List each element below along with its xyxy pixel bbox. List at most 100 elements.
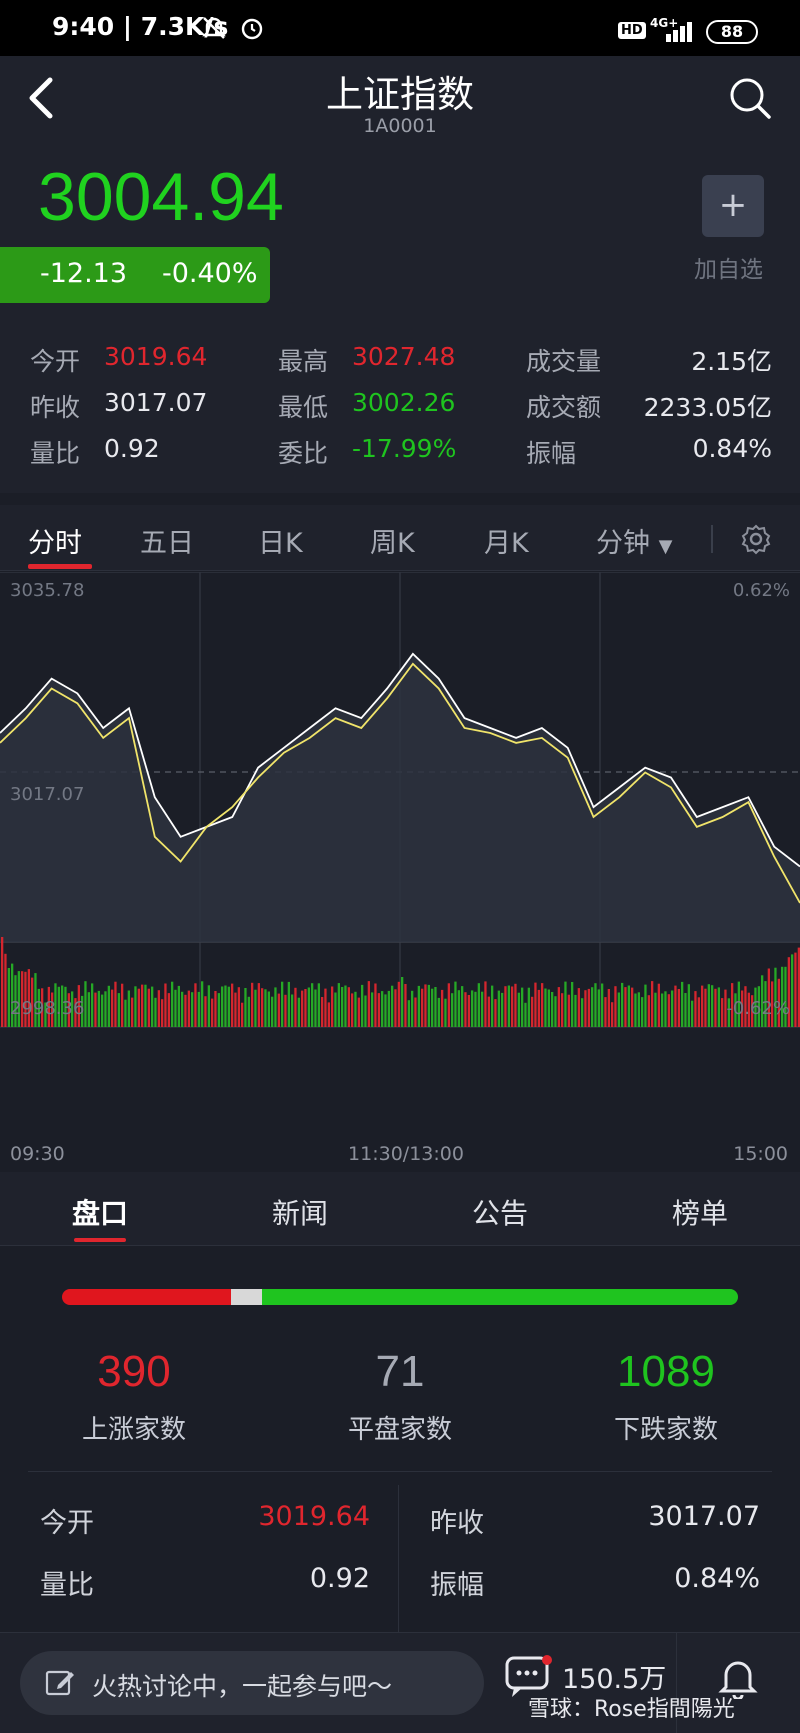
volume-bar bbox=[241, 1002, 244, 1027]
bottom-stat-value: 0.84% bbox=[674, 1563, 760, 1594]
volume-bar bbox=[631, 987, 634, 1027]
volume-bar bbox=[374, 983, 377, 1027]
tab-weekly-k[interactable]: 周K bbox=[370, 521, 415, 560]
volume-bar bbox=[261, 988, 264, 1027]
breadth-up-segment bbox=[62, 1289, 231, 1305]
volume-bar bbox=[394, 989, 397, 1027]
tab-news[interactable]: 新闻 bbox=[272, 1192, 328, 1232]
volume-bar bbox=[721, 998, 724, 1027]
volume-bar bbox=[617, 992, 620, 1027]
volume-bar bbox=[151, 986, 154, 1027]
volume-bar bbox=[621, 982, 624, 1027]
volume-bar bbox=[334, 992, 337, 1027]
volume-bar bbox=[484, 981, 487, 1027]
volume-bar bbox=[681, 981, 684, 1027]
volume-bar bbox=[351, 993, 354, 1027]
settings-gear-icon[interactable] bbox=[740, 523, 772, 559]
volume-bar bbox=[704, 988, 707, 1027]
y-mid-label: 3017.07 bbox=[10, 784, 84, 805]
volume-bar bbox=[87, 992, 90, 1027]
volume-bar bbox=[571, 982, 574, 1027]
volume-bar bbox=[221, 986, 224, 1027]
watermark: 雪球：Rose指間陽光 bbox=[528, 1697, 735, 1722]
volume-bar bbox=[434, 987, 437, 1027]
volume-bar bbox=[554, 996, 557, 1027]
battery-icon: 88 bbox=[706, 20, 758, 44]
volume-bar bbox=[514, 983, 517, 1027]
volume-bar bbox=[431, 988, 434, 1027]
pct-max-label: 0.62% bbox=[733, 580, 790, 601]
volume-bar bbox=[337, 983, 340, 1027]
volume-bar bbox=[481, 991, 484, 1027]
add-watchlist-button[interactable]: + bbox=[702, 175, 764, 237]
volume-bar bbox=[477, 983, 480, 1027]
tab-intraday[interactable]: 分时 bbox=[28, 521, 82, 560]
bottom-bar: 火热讨论中，一起参与吧～ 150.5万 雪球：Rose指間陽光 bbox=[0, 1632, 800, 1733]
y-min-label: 2998.36 bbox=[10, 998, 84, 1019]
volume-bar bbox=[1, 937, 4, 1027]
stat-value: 3019.64 bbox=[104, 342, 208, 371]
tab-monthly-k[interactable]: 月K bbox=[484, 521, 529, 560]
search-icon[interactable] bbox=[728, 76, 772, 124]
tab-order-book[interactable]: 盘口 bbox=[72, 1192, 128, 1232]
volume-bar bbox=[281, 981, 284, 1027]
volume-bar bbox=[444, 998, 447, 1027]
intraday-chart[interactable]: 3035.78 3017.07 2998.36 0.62% -0.62% 09:… bbox=[0, 571, 800, 1172]
volume-bar bbox=[521, 987, 524, 1027]
volume-bar bbox=[174, 989, 177, 1027]
volume-bar bbox=[517, 992, 520, 1027]
volume-bar bbox=[94, 992, 97, 1027]
volume-bar bbox=[244, 988, 247, 1027]
volume-bar bbox=[651, 981, 654, 1027]
volume-bar bbox=[407, 1000, 410, 1027]
volume-bar bbox=[254, 989, 257, 1027]
stat-label: 量比 bbox=[30, 439, 81, 468]
volume-bar bbox=[104, 991, 107, 1027]
volume-bar bbox=[504, 986, 507, 1027]
volume-bar bbox=[141, 984, 144, 1027]
volume-bar bbox=[401, 977, 404, 1027]
volume-bar bbox=[124, 999, 127, 1027]
up-count-label: 上涨家数 bbox=[81, 1415, 186, 1445]
volume-bar bbox=[377, 993, 380, 1027]
volume-bar bbox=[454, 981, 457, 1027]
stat-value: 3017.07 bbox=[104, 388, 208, 417]
up-count: 390 bbox=[97, 1347, 171, 1396]
volume-bar bbox=[307, 987, 310, 1027]
tab-daily-k[interactable]: 日K bbox=[258, 521, 303, 560]
volume-bar bbox=[384, 994, 387, 1027]
comment-input[interactable]: 火热讨论中，一起参与吧～ bbox=[20, 1651, 484, 1715]
breadth-down-segment bbox=[262, 1289, 738, 1305]
stat-label: 最低 bbox=[278, 393, 329, 422]
stat-value: 3027.48 bbox=[352, 342, 456, 371]
volume-bar bbox=[714, 988, 717, 1027]
volume-bar bbox=[684, 993, 687, 1027]
volume-bar bbox=[381, 991, 384, 1027]
info-tab-bar: 盘口 新闻 公告 榜单 bbox=[0, 1172, 800, 1246]
volume-bar bbox=[414, 997, 417, 1027]
volume-bar bbox=[111, 989, 114, 1027]
volume-bar bbox=[707, 984, 710, 1027]
signal-icon bbox=[664, 20, 698, 46]
volume-bar bbox=[271, 996, 274, 1027]
volume-bar bbox=[527, 987, 530, 1027]
tab-minute[interactable]: 分钟 ▼ bbox=[596, 521, 672, 560]
tab-rankings[interactable]: 榜单 bbox=[672, 1192, 728, 1232]
hd-icon: HD bbox=[618, 22, 646, 39]
mute-notification-icon bbox=[200, 14, 228, 46]
volume-bar bbox=[217, 993, 220, 1027]
volume-bar bbox=[644, 984, 647, 1027]
volume-bar bbox=[147, 988, 150, 1027]
volume-bar bbox=[604, 997, 607, 1027]
volume-bar bbox=[691, 1000, 694, 1027]
tab-announcements[interactable]: 公告 bbox=[472, 1192, 528, 1232]
volume-bar bbox=[794, 952, 797, 1027]
tab-five-day[interactable]: 五日 bbox=[140, 521, 194, 560]
stat-label: 昨收 bbox=[30, 393, 81, 422]
volume-bar bbox=[494, 999, 497, 1027]
volume-bar bbox=[534, 982, 537, 1027]
add-watchlist-label[interactable]: 加自选 bbox=[694, 250, 763, 284]
volume-bar bbox=[501, 992, 504, 1027]
volume-bar bbox=[531, 996, 534, 1027]
volume-bar bbox=[361, 984, 364, 1027]
